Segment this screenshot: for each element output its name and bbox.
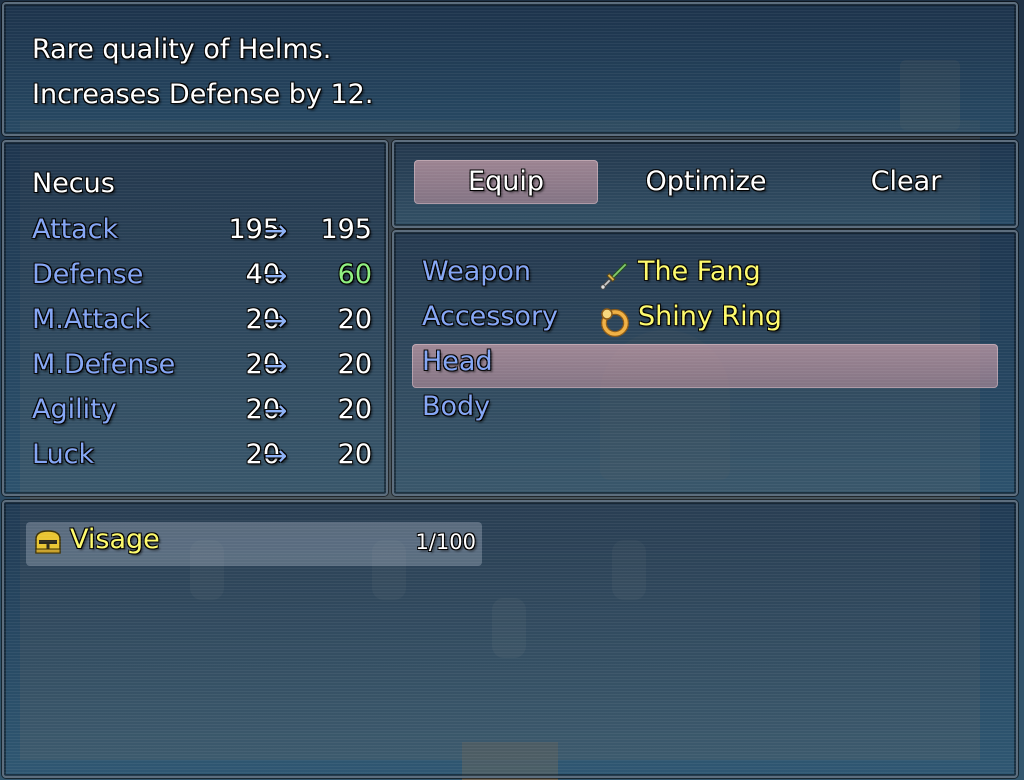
optimize-command-label: Optimize <box>645 166 767 197</box>
stat-name: Luck <box>32 439 95 470</box>
stat-row-mattack: M.Attack 20 → 20 <box>32 304 372 348</box>
slot-label: Body <box>422 391 491 422</box>
stat-row-mdefense: M.Defense 20 → 20 <box>32 349 372 393</box>
dagger-icon <box>600 262 628 290</box>
stat-row-agility: Agility 20 → 20 <box>32 394 372 438</box>
stat-row-attack: Attack 195 → 195 <box>32 214 372 258</box>
right-arrow-icon: → <box>264 259 288 292</box>
slot-body[interactable]: Body <box>412 389 998 433</box>
item-name: Visage <box>70 524 160 555</box>
item-list-window: Visage 1/100 <box>2 500 1018 778</box>
stat-new: 195 <box>320 214 372 245</box>
stat-new: 20 <box>337 394 372 425</box>
helm-icon <box>35 530 61 554</box>
actor-name: Necus <box>32 168 115 199</box>
help-line-2: Increases Defense by 12. <box>32 79 374 110</box>
help-window: Rare quality of Helms. Increases Defense… <box>2 2 1018 136</box>
equip-command[interactable]: Equip <box>414 160 598 204</box>
optimize-command[interactable]: Optimize <box>614 160 798 204</box>
right-arrow-icon: → <box>264 214 288 247</box>
stat-name: Attack <box>32 214 119 245</box>
stat-new: 20 <box>337 304 372 335</box>
slot-label: Head <box>422 346 493 377</box>
slot-label: Accessory <box>422 301 559 332</box>
stat-new-increased: 60 <box>337 259 372 290</box>
status-window: Necus Attack 195 → 195 Defense 40 → 60 M… <box>2 140 388 496</box>
slot-item-name: The Fang <box>638 256 761 287</box>
stat-name: M.Attack <box>32 304 151 335</box>
item-quantity: 1/100 <box>415 530 476 554</box>
stat-new: 20 <box>337 349 372 380</box>
right-arrow-icon: → <box>264 304 288 337</box>
slot-weapon[interactable]: Weapon The Fang <box>412 254 998 298</box>
stat-new: 20 <box>337 439 372 470</box>
slot-accessory[interactable]: Accessory Shiny Ring <box>412 299 998 343</box>
stat-name: Defense <box>32 259 144 290</box>
equip-command-label: Equip <box>468 166 544 197</box>
slot-label: Weapon <box>422 256 532 287</box>
right-arrow-icon: → <box>264 394 288 427</box>
item-row-visage[interactable]: Visage 1/100 <box>26 522 482 566</box>
clear-command[interactable]: Clear <box>814 160 998 204</box>
ring-icon <box>601 308 629 337</box>
right-arrow-icon: → <box>264 349 288 382</box>
command-window: Equip Optimize Clear <box>392 140 1018 228</box>
stat-name: Agility <box>32 394 117 425</box>
stat-row-luck: Luck 20 → 20 <box>32 439 372 483</box>
stat-row-defense: Defense 40 → 60 <box>32 259 372 303</box>
help-line-1: Rare quality of Helms. <box>32 34 332 65</box>
slot-head[interactable]: Head <box>412 344 998 388</box>
stat-name: M.Defense <box>32 349 176 380</box>
clear-command-label: Clear <box>870 166 942 197</box>
equip-slot-window: Weapon The Fang Accessory Shiny Ring Hea… <box>392 230 1018 496</box>
right-arrow-icon: → <box>264 439 288 472</box>
slot-item-name: Shiny Ring <box>638 301 782 332</box>
